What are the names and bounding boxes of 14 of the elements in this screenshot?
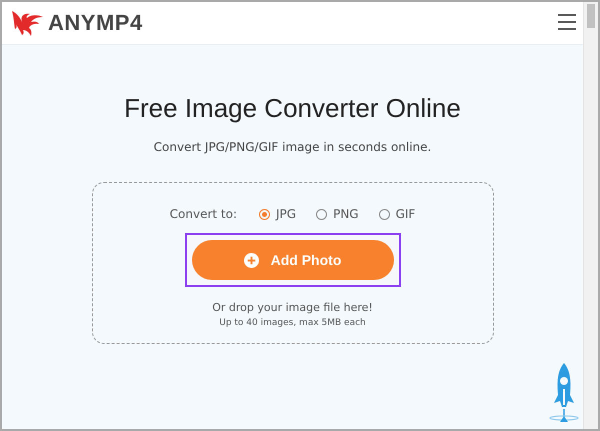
limit-note: Up to 40 images, max 5MB each bbox=[219, 318, 366, 328]
subtitle: Convert JPG/PNG/GIF image in seconds online. bbox=[154, 140, 432, 154]
flame-logo-icon bbox=[10, 8, 44, 38]
convert-label: Convert to: bbox=[170, 207, 237, 221]
drop-hint: Or drop your image file here! bbox=[212, 301, 373, 314]
format-option[interactable]: JPG bbox=[259, 207, 296, 221]
format-option[interactable]: GIF bbox=[378, 207, 416, 221]
logo-text[interactable]: ANYMP4 bbox=[48, 10, 143, 36]
scrollbar[interactable] bbox=[583, 2, 598, 429]
drop-zone[interactable]: Convert to: JPG PNG GIF Add Photo Or drop your image file here! Up to 40 images, max 5MB each bbox=[92, 182, 494, 344]
page-title: Free Image Converter Online bbox=[124, 93, 461, 124]
rocket-icon[interactable] bbox=[547, 361, 581, 423]
format-option[interactable]: PNG bbox=[316, 207, 359, 221]
plus-icon bbox=[244, 252, 259, 268]
